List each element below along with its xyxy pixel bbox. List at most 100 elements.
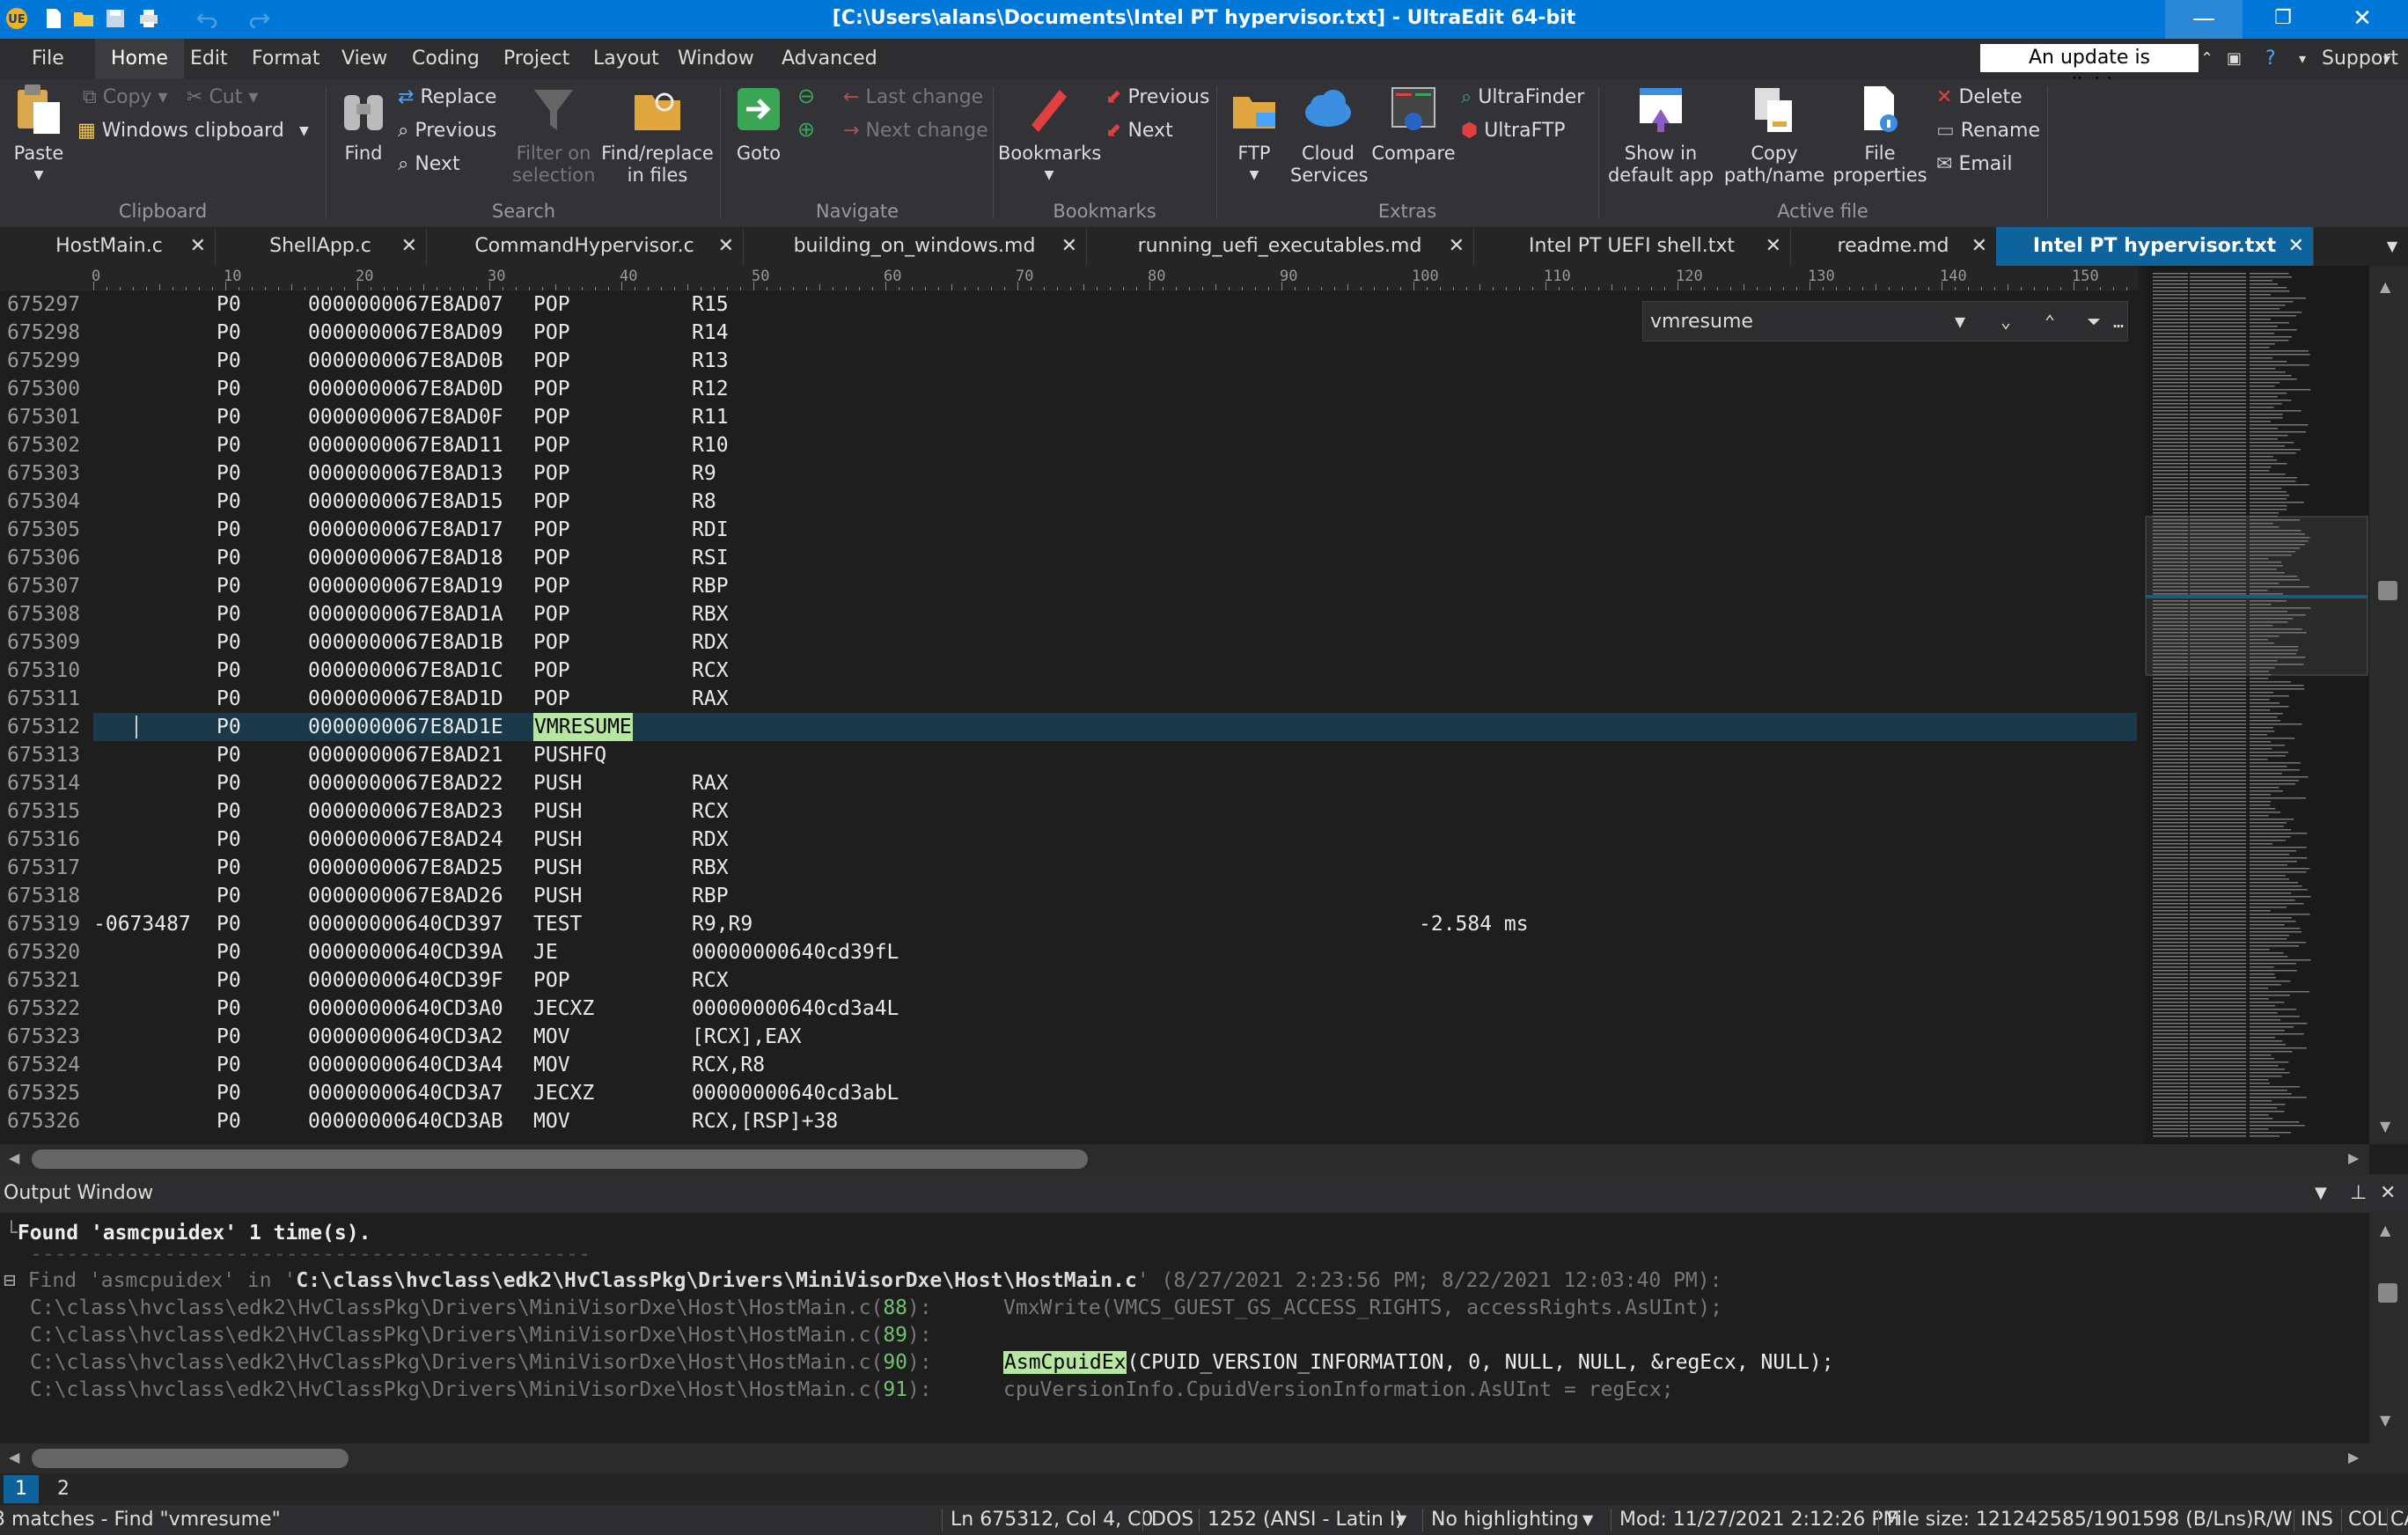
layout-icon[interactable]: ▣ xyxy=(2223,39,2245,79)
scroll-thumb[interactable] xyxy=(2378,1283,2397,1303)
close-button[interactable]: ✕ xyxy=(2324,0,2401,39)
back-circle-icon[interactable]: ⊖ xyxy=(797,83,815,109)
output-close-icon[interactable]: ✕ xyxy=(2380,1174,2396,1213)
find-history-dropdown-icon[interactable]: ▼ xyxy=(1941,307,1979,335)
file-properties-button[interactable]: File properties xyxy=(1831,83,1929,187)
scroll-right-arrow-icon[interactable]: ▶ xyxy=(2348,1449,2359,1465)
menu-layout[interactable]: Layout xyxy=(577,39,675,79)
output-window[interactable]: └Found 'asmcpuidex' 1 time(s). ---------… xyxy=(0,1213,2369,1443)
find-next-chevron-down-icon[interactable]: ⌄ xyxy=(1986,307,2025,335)
scroll-right-arrow-icon[interactable]: ▶ xyxy=(2348,1149,2359,1166)
highlighting-dropdown-icon[interactable]: ▼ xyxy=(1582,1505,1593,1535)
menu-file[interactable]: File xyxy=(16,39,80,79)
menu-home[interactable]: Home xyxy=(95,39,184,79)
tab-list-dropdown-icon[interactable]: ▼ xyxy=(2376,227,2408,266)
scroll-thumb[interactable] xyxy=(2378,581,2397,600)
editor-line[interactable]: P0 0000000067E8AD25 PUSH RBX xyxy=(93,854,2137,882)
editor-line[interactable]: P0 0000000067E8AD13 POP R9 xyxy=(93,459,2137,488)
status-ins[interactable]: INS xyxy=(2301,1505,2333,1535)
replace-button[interactable]: ⇄ Replace xyxy=(398,84,496,111)
output-vertical-scrollbar[interactable]: ▲ ▼ xyxy=(2369,1213,2408,1443)
close-icon[interactable]: ✕ xyxy=(401,227,417,266)
cut-button[interactable]: ✂ Cut ▾ xyxy=(187,84,258,111)
editor-line[interactable]: P0 0000000067E8AD17 POP RDI xyxy=(93,516,2137,544)
copy-path-name-button[interactable]: Copy path/name xyxy=(1720,83,1829,187)
output-result-line[interactable]: C:\class\hvclass\edk2\HvClassPkg\Drivers… xyxy=(30,1322,932,1349)
tab-intel-pt-hypervisor-txt[interactable]: Intel PT hypervisor.txt ✕ xyxy=(1996,227,2314,266)
scroll-left-arrow-icon[interactable]: ◀ xyxy=(9,1149,19,1166)
ultrafinder-button[interactable]: ⌕ UltraFinder xyxy=(1461,84,1584,111)
editor-line[interactable]: P0 00000000640CD3A0 JECXZ 00000000640cd3a4L xyxy=(93,995,2137,1023)
menu-project[interactable]: Project xyxy=(488,39,585,79)
menu-window[interactable]: Window xyxy=(662,39,770,79)
bookmarks-button[interactable]: Bookmarks ▼ xyxy=(998,83,1101,187)
scroll-left-arrow-icon[interactable]: ◀ xyxy=(9,1449,19,1465)
chevron-up-icon[interactable]: ⌃ xyxy=(2197,39,2217,79)
output-result-line[interactable]: C:\class\hvclass\edk2\HvClassPkg\Drivers… xyxy=(30,1349,1834,1377)
status-codepage[interactable]: 1252 (ANSI - Latin I) xyxy=(1208,1505,1403,1535)
editor-line[interactable]: P0 00000000640CD3A7 JECXZ 00000000640cd3abL xyxy=(93,1079,2137,1107)
paste-button[interactable]: Paste ▼ xyxy=(5,83,72,188)
output-result-line[interactable]: C:\class\hvclass\edk2\HvClassPkg\Drivers… xyxy=(30,1295,1722,1322)
editor-line[interactable]: P0 00000000640CD3A2 MOV [RCX],EAX xyxy=(93,1023,2137,1051)
find-previous-button[interactable]: ⌕ Previous xyxy=(398,118,496,144)
status-highlighting[interactable]: No highlighting xyxy=(1431,1505,1579,1535)
hscroll-thumb[interactable] xyxy=(32,1149,1088,1169)
filter-on-selection-button[interactable]: Filter on selection xyxy=(512,83,595,187)
tab-building-on-windows-md[interactable]: building_on_windows.md ✕ xyxy=(743,227,1087,266)
editor-pane[interactable]: 675297 675298 675299 675300 675301 675302 6753… xyxy=(0,290,2139,1144)
windows-clipboard-dropdown-icon[interactable]: ▼ xyxy=(299,118,309,144)
support-menu[interactable]: Support xyxy=(2306,39,2408,79)
tab-shellapp-c[interactable]: ShellApp.c ✕ xyxy=(215,227,427,266)
minimap[interactable] xyxy=(2144,266,2369,1144)
find-next-button[interactable]: ⌕ Next xyxy=(398,151,460,178)
last-change-button[interactable]: ← Last change xyxy=(843,84,983,111)
output-search-header[interactable]: ⊟ Find 'asmcpuidex' in 'C:\class\hvclass… xyxy=(4,1267,1722,1295)
editor-line[interactable]: P0 0000000067E8AD1C POP RCX xyxy=(93,657,2137,685)
editor-line[interactable]: P0 0000000067E8AD11 POP R10 xyxy=(93,431,2137,459)
goto-button[interactable]: Goto xyxy=(727,83,790,165)
editor-line[interactable]: P0 0000000067E8AD15 POP R8 xyxy=(93,488,2137,516)
help-icon[interactable]: ? xyxy=(2262,39,2280,79)
editor-line[interactable]: P0 00000000640CD3AB MOV RCX,[RSP]+38 xyxy=(93,1107,2137,1135)
update-notice[interactable]: An update is available... xyxy=(1980,44,2199,97)
close-icon[interactable]: ✕ xyxy=(1971,227,1987,266)
output-page-1-tab[interactable]: 1 xyxy=(4,1475,39,1503)
status-col[interactable]: COL xyxy=(2348,1505,2388,1535)
copy-button[interactable]: ⧉ Copy ▾ xyxy=(83,84,168,111)
show-in-default-app-button[interactable]: Show in default app xyxy=(1604,83,1718,187)
find-previous-chevron-up-icon[interactable]: ⌃ xyxy=(2030,307,2069,335)
editor-line[interactable]: P0 0000000067E8AD21 PUSHFQ xyxy=(93,741,2137,769)
output-horizontal-scrollbar[interactable]: ◀ ▶ xyxy=(0,1443,2408,1473)
cloud-services-button[interactable]: Cloud Services xyxy=(1290,83,1369,187)
ultraftp-button[interactable]: ⬢ UltraFTP xyxy=(1461,118,1566,144)
editor-line[interactable]: P0 0000000067E8AD24 PUSH RDX xyxy=(93,826,2137,854)
editor-line[interactable]: P0 0000000067E8AD0F POP R11 xyxy=(93,403,2137,431)
output-dropdown-icon[interactable]: ▼ xyxy=(2315,1174,2327,1213)
tab-commandhypervisor-c[interactable]: CommandHypervisor.c ✕ xyxy=(426,227,744,266)
pin-icon[interactable]: ⊥ xyxy=(2350,1174,2367,1213)
close-icon[interactable]: ✕ xyxy=(718,227,734,266)
output-result-line[interactable]: C:\class\hvclass\edk2\HvClassPkg\Drivers… xyxy=(30,1377,1674,1404)
editor-line[interactable]: P0 00000000640CD3A4 MOV RCX,R8 xyxy=(93,1051,2137,1079)
find-button[interactable]: Find xyxy=(333,83,394,165)
find-options-more-icon[interactable]: … xyxy=(2110,307,2127,335)
quick-find-input[interactable] xyxy=(1648,305,1942,337)
output-page-2-tab[interactable]: 2 xyxy=(46,1475,81,1503)
find-filter-icon[interactable]: ⏷ xyxy=(2074,307,2113,335)
current-line[interactable]: P0 0000000067E8AD1E VMRESUME xyxy=(93,713,2137,741)
editor-line[interactable]: P0 00000000640CD39A JE 00000000640cd39fL xyxy=(93,938,2137,966)
restore-button[interactable]: ❐ xyxy=(2244,0,2322,39)
close-icon[interactable]: ✕ xyxy=(190,227,206,266)
editor-line[interactable]: P0 00000000640CD39F POP RCX xyxy=(93,966,2137,995)
compare-button[interactable]: Compare xyxy=(1369,83,1457,165)
collapse-tree-icon[interactable]: ⊟ xyxy=(4,1269,28,1292)
menu-edit[interactable]: Edit xyxy=(174,39,244,79)
close-icon[interactable]: ✕ xyxy=(2288,227,2304,266)
tab-hostmain-c[interactable]: HostMain.c ✕ xyxy=(4,227,216,266)
tab-readme-md[interactable]: readme.md ✕ xyxy=(1790,227,1997,266)
editor-line[interactable]: P0 0000000067E8AD1B POP RDX xyxy=(93,628,2137,657)
editor-line[interactable]: P0 0000000067E8AD22 PUSH RAX xyxy=(93,769,2137,797)
email-file-button[interactable]: ✉ Email xyxy=(1936,151,2012,178)
bookmark-previous-button[interactable]: ⬋ Previous xyxy=(1105,84,1209,111)
